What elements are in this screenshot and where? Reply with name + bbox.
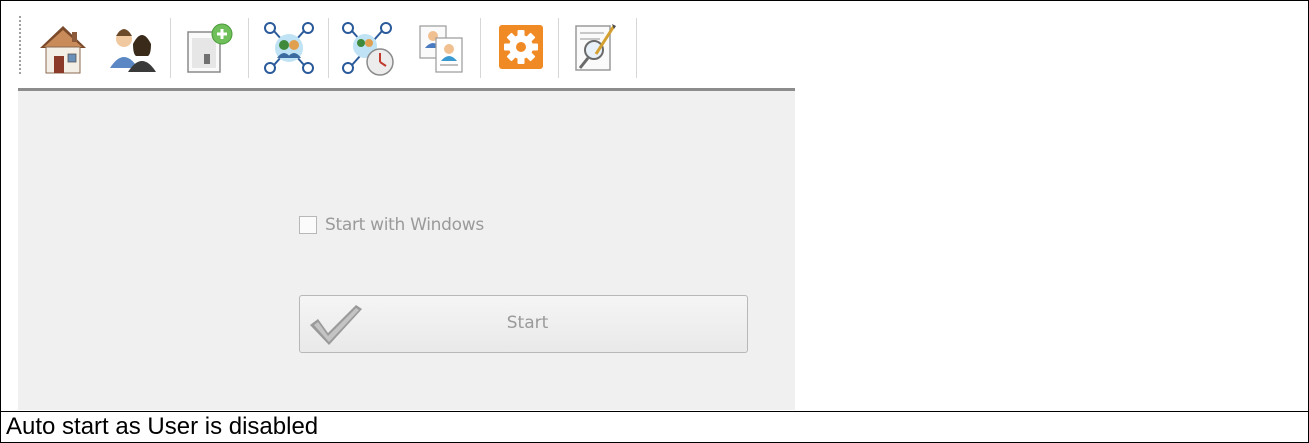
toolbar-separator bbox=[248, 18, 249, 78]
network-group-button[interactable] bbox=[258, 14, 320, 80]
start-button[interactable]: Start bbox=[299, 295, 748, 353]
network-schedule-button[interactable] bbox=[336, 14, 398, 80]
start-with-windows-row[interactable]: Start with Windows bbox=[299, 213, 484, 237]
toolbar-separator bbox=[170, 18, 171, 78]
caption-divider bbox=[0, 411, 1309, 412]
toolbar-separator bbox=[636, 18, 637, 78]
start-with-windows-label: Start with Windows bbox=[325, 215, 484, 235]
add-document-button[interactable] bbox=[178, 14, 240, 80]
search-report-button[interactable] bbox=[566, 14, 628, 80]
home-button[interactable] bbox=[32, 14, 94, 80]
toolbar bbox=[18, 10, 795, 91]
toolbar-separator bbox=[328, 18, 329, 78]
users-button[interactable] bbox=[102, 14, 164, 80]
settings-button[interactable] bbox=[490, 14, 552, 80]
toolbar-separator bbox=[558, 18, 559, 78]
network-schedule-icon bbox=[342, 22, 394, 76]
search-report-icon bbox=[575, 24, 616, 71]
users-icon bbox=[110, 29, 156, 72]
toolbar-separator bbox=[480, 18, 481, 78]
start-button-label: Start bbox=[506, 313, 549, 333]
toolbar-grip[interactable] bbox=[19, 16, 21, 76]
start-with-windows-checkbox[interactable] bbox=[299, 216, 317, 234]
user-documents-button[interactable] bbox=[410, 14, 472, 80]
user-documents-icon bbox=[419, 25, 463, 73]
figure-caption: Auto start as User is disabled bbox=[6, 413, 319, 440]
network-group-icon bbox=[264, 22, 314, 74]
app-window: Start with Windows Start bbox=[18, 10, 795, 410]
settings-gear-icon bbox=[499, 25, 543, 69]
add-document-icon bbox=[187, 23, 233, 73]
home-icon bbox=[40, 26, 86, 74]
